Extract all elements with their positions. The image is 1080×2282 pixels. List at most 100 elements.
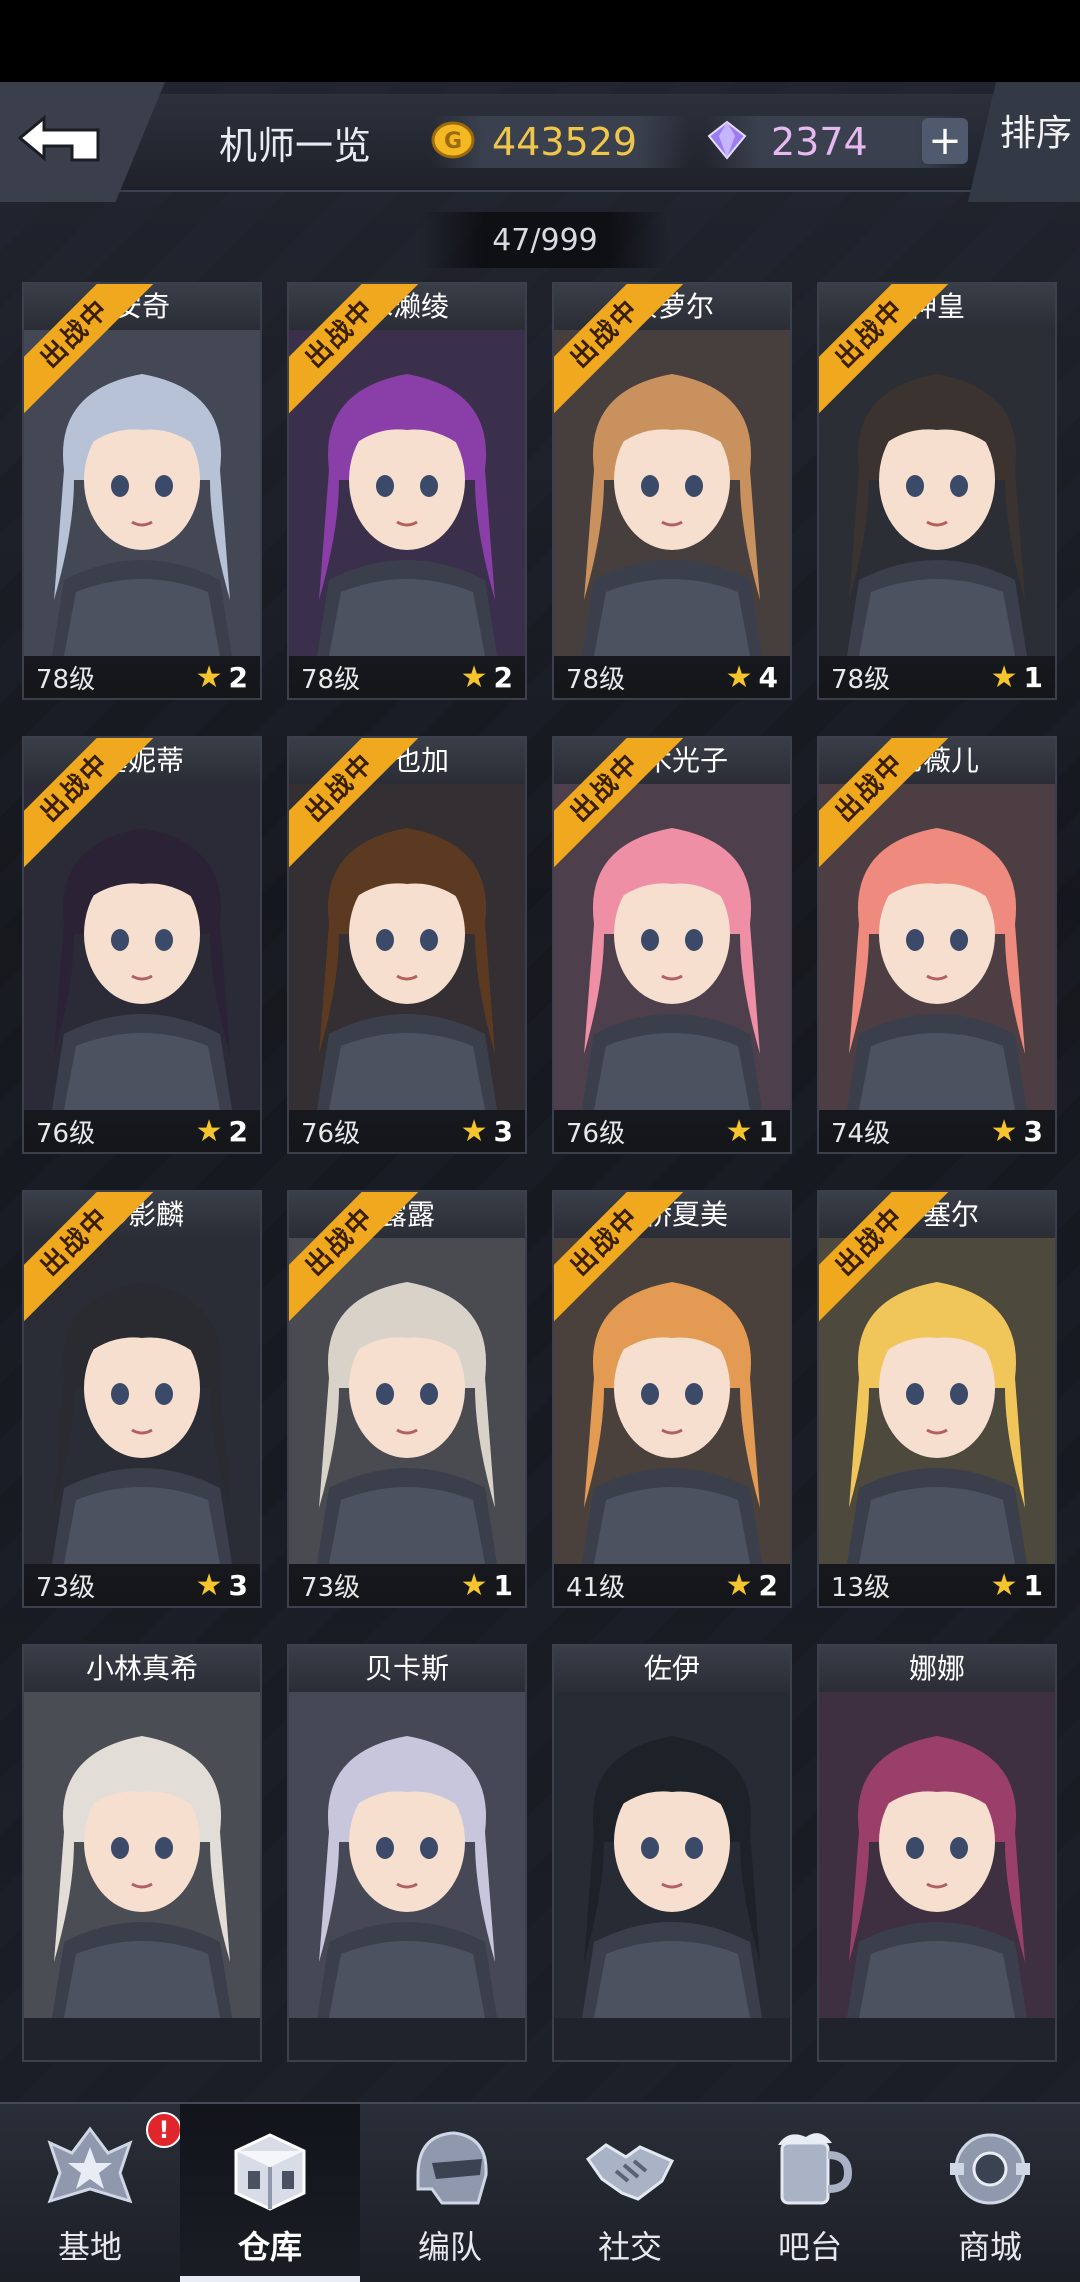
nav-label: 基地 [57, 2228, 122, 2266]
add-gems-button[interactable]: + [922, 118, 968, 164]
pilot-level: 73级 [36, 1572, 96, 1603]
pilot-portrait [289, 784, 525, 1110]
diamond-icon [705, 118, 749, 166]
pilot-card[interactable]: 尼薇儿 74级 ★ 3 出战中 [817, 736, 1057, 1154]
star-badge-icon [40, 2120, 140, 2216]
star-count: 1 [1023, 660, 1043, 694]
star-icon: ★ [990, 1113, 1018, 1149]
pilot-stats: 78级 ★ 4 [554, 656, 790, 698]
pilot-stars: ★ 2 [196, 660, 248, 695]
pilot-portrait [24, 1238, 260, 1564]
star-icon: ★ [460, 1567, 488, 1603]
pilot-card[interactable]: 安奇 78级 ★ 2 出战中 [22, 282, 262, 700]
nav-formation[interactable]: 编队 [360, 2104, 540, 2282]
star-icon: ★ [725, 1567, 753, 1603]
star-count: 3 [228, 1568, 248, 1602]
star-count: 3 [1023, 1114, 1043, 1148]
pilot-level: 76级 [36, 1118, 96, 1149]
pilot-stars: ★ 1 [726, 1114, 778, 1149]
pilot-stars: ★ 3 [461, 1114, 513, 1149]
nav-bar[interactable]: 吧台 [720, 2104, 900, 2282]
pilot-card[interactable]: 神皇 78级 ★ 1 出战中 [817, 282, 1057, 700]
pilot-card[interactable]: 沙也加 76级 ★ 3 出战中 [287, 736, 527, 1154]
star-icon: ★ [725, 1113, 753, 1149]
nav-shop[interactable]: 商城 [900, 2104, 1080, 2282]
nav-label: 商城 [957, 2228, 1022, 2266]
pilot-portrait [24, 1692, 260, 2018]
pilot-name: 娜娜 [819, 1646, 1055, 1692]
pilot-portrait [819, 1692, 1055, 2018]
svg-text:G: G [444, 129, 462, 154]
pilot-level: 73级 [301, 1572, 361, 1603]
pilot-card[interactable]: 梦塞尔 13级 ★ 1 出战中 [817, 1190, 1057, 1608]
pilot-stats: 41级 ★ 2 [554, 1564, 790, 1606]
pilot-card[interactable]: 水濑绫 78级 ★ 2 出战中 [287, 282, 527, 700]
star-icon: ★ [195, 1567, 223, 1603]
pilot-card[interactable]: 索萝尔 78级 ★ 4 出战中 [552, 282, 792, 700]
nav-label: 社交 [597, 2228, 662, 2266]
pilot-stars: ★ 2 [461, 660, 513, 695]
star-count: 2 [493, 660, 513, 694]
pilot-stars: ★ 3 [196, 1568, 248, 1603]
star-count: 2 [228, 660, 248, 694]
pilot-portrait [289, 1238, 525, 1564]
pilot-stars: ★ 1 [991, 1568, 1043, 1603]
nav-label: 仓库 [237, 2228, 302, 2266]
nav-warehouse[interactable]: 仓库 [180, 2104, 360, 2282]
star-count: 4 [758, 660, 778, 694]
star-count: 1 [758, 1114, 778, 1148]
star-count: 3 [493, 1114, 513, 1148]
star-icon: ★ [460, 1113, 488, 1149]
coin-counter: G 443529 [430, 116, 690, 168]
pilot-card[interactable]: 贝卡斯 [287, 1644, 527, 2062]
pilot-level: 76级 [566, 1118, 626, 1149]
star-icon: ★ [195, 659, 223, 695]
top-bar: 机师一览 G 443529 2374 + 排序 [0, 82, 1080, 202]
nav-social[interactable]: 社交 [540, 2104, 720, 2282]
pilot-card[interactable]: 佐伊 [552, 1644, 792, 2062]
status-bar [0, 0, 1080, 82]
pilot-portrait [819, 330, 1055, 656]
pilot-stats: 73级 ★ 1 [289, 1564, 525, 1606]
alert-badge: ! [146, 2112, 182, 2148]
pilot-level: 41级 [566, 1572, 626, 1603]
pilot-portrait [289, 1692, 525, 2018]
coin-icon: G [430, 117, 476, 167]
pilot-stats: 73级 ★ 3 [24, 1564, 260, 1606]
nav-label: 吧台 [777, 2228, 842, 2266]
star-count: 1 [1023, 1568, 1043, 1602]
star-icon: ★ [990, 1567, 1018, 1603]
pilot-stars: ★ 2 [726, 1568, 778, 1603]
nav-base[interactable]: 基地! [0, 2104, 182, 2282]
pilot-stars: ★ 4 [726, 660, 778, 695]
pilot-stats: 76级 ★ 2 [24, 1110, 260, 1152]
pilot-name: 佐伊 [554, 1646, 790, 1692]
pilot-portrait [554, 784, 790, 1110]
pilot-card[interactable]: 露露 73级 ★ 1 出战中 [287, 1190, 527, 1608]
pilot-card[interactable]: 小林真希 [22, 1644, 262, 2062]
pilot-stats: 78级 ★ 2 [24, 656, 260, 698]
pilot-stats: 78级 ★ 2 [289, 656, 525, 698]
active-tab-indicator [180, 2276, 360, 2282]
pilot-card[interactable]: 铃木光子 76级 ★ 1 出战中 [552, 736, 792, 1154]
star-count: 2 [758, 1568, 778, 1602]
pilot-stats: 76级 ★ 1 [554, 1110, 790, 1152]
bottom-nav: 基地! 仓库 编队 社交 吧台 商城 [0, 2102, 1080, 2282]
pilot-stars: ★ 3 [991, 1114, 1043, 1149]
pilot-stars: ★ 1 [461, 1568, 513, 1603]
pilot-portrait [819, 1238, 1055, 1564]
helmet-icon [400, 2120, 500, 2216]
pilot-card[interactable]: 彭影麟 73级 ★ 3 出战中 [22, 1190, 262, 1608]
nav-label: 编队 [417, 2228, 482, 2266]
pilot-portrait [289, 330, 525, 656]
pilot-card[interactable]: 娜娜 [817, 1644, 1057, 2062]
pilot-stars: ★ 2 [196, 1114, 248, 1149]
pilot-stats: 74级 ★ 3 [819, 1110, 1055, 1152]
star-icon: ★ [725, 659, 753, 695]
pilot-portrait [24, 784, 260, 1110]
star-count: 1 [493, 1568, 513, 1602]
pilot-stats: 78级 ★ 1 [819, 656, 1055, 698]
pilot-portrait [554, 1238, 790, 1564]
pilot-card[interactable]: 高桥夏美 41级 ★ 2 出战中 [552, 1190, 792, 1608]
pilot-card[interactable]: 塞妮蒂 76级 ★ 2 出战中 [22, 736, 262, 1154]
